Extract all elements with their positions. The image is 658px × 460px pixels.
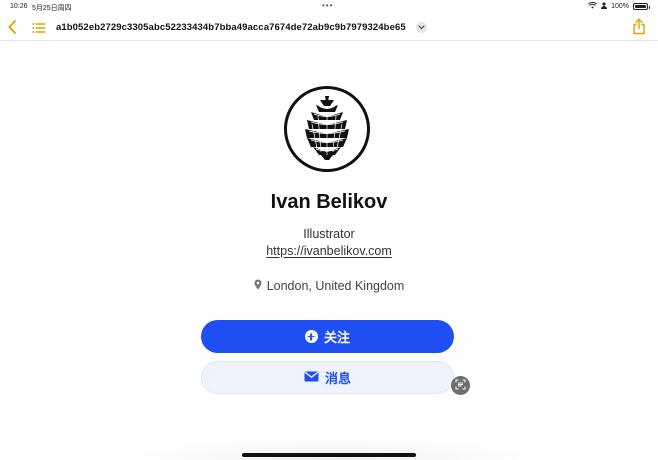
wifi-icon [588, 1, 598, 11]
follow-label: 关注 [323, 330, 350, 345]
battery-percent: 100% [611, 3, 629, 10]
status-indicators: 100% [588, 1, 650, 11]
back-chevron-icon[interactable] [6, 18, 20, 36]
status-bar: 10:26 5月25日周四 ••• 100% [0, 0, 658, 13]
follow-button[interactable]: 关注 [201, 320, 454, 353]
person-icon [601, 2, 608, 11]
profile-website: https://ivanbelikov.com [0, 244, 658, 258]
plus-circle-icon [304, 330, 318, 343]
navigation-toolbar: a1b052eb2729c3305abc52233434b7bba49acca7… [0, 13, 658, 41]
pinecone-icon [295, 92, 359, 167]
envelope-icon [304, 370, 319, 385]
location-text: London, United Kingdom [266, 279, 405, 293]
location-pin-icon [254, 279, 262, 293]
status-time: 10:26 [10, 3, 28, 10]
home-indicator[interactable] [242, 453, 416, 457]
profile-location: London, United Kingdom [0, 279, 658, 293]
profile-name: Ivan Belikov [270, 191, 388, 213]
battery-icon [633, 3, 650, 10]
message-button[interactable]: 消息 [201, 361, 454, 394]
scan-text-button[interactable] [451, 376, 470, 395]
profile-role: Illustrator [303, 227, 355, 241]
avatar [284, 86, 370, 172]
website-link[interactable]: https://ivanbelikov.com [266, 244, 392, 258]
scan-text-icon [455, 377, 466, 395]
multitasking-dots[interactable]: ••• [322, 1, 333, 10]
chevron-down-icon[interactable] [416, 22, 427, 33]
message-label: 消息 [324, 371, 351, 386]
share-icon[interactable] [632, 18, 646, 35]
list-icon[interactable] [32, 21, 46, 33]
status-date: 5月25日周四 [32, 5, 72, 12]
document-title[interactable]: a1b052eb2729c3305abc52233434b7bba49acca7… [56, 22, 406, 33]
